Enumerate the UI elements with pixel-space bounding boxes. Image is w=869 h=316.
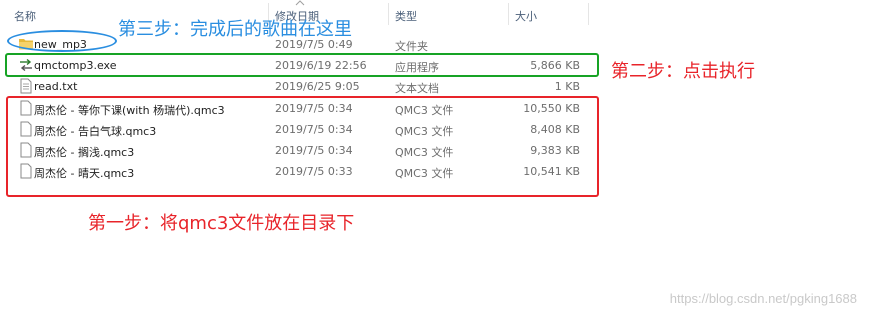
step2-highlight-box [5, 53, 599, 77]
file-date: 2019/6/25 9:05 [275, 80, 360, 93]
step1-annotation: 第一步：将qmc3文件放在目录下 [88, 213, 355, 234]
column-name[interactable]: 名称 [14, 8, 36, 24]
step1-highlight-box [6, 96, 599, 197]
file-name: read.txt [34, 80, 78, 93]
column-divider[interactable] [508, 3, 509, 25]
column-size[interactable]: 大小 [515, 8, 537, 24]
file-type: 文件夹 [395, 40, 428, 53]
column-type[interactable]: 类型 [395, 8, 417, 24]
column-divider[interactable] [388, 3, 389, 25]
watermark: https://blog.csdn.net/pgking1688 [669, 291, 857, 306]
file-size: 1 KB [554, 80, 580, 93]
sort-chevron-icon [295, 0, 305, 6]
step3-annotation: 第三步：完成后的歌曲在这里 [118, 19, 352, 40]
step3-highlight-ellipse [7, 30, 117, 52]
list-item[interactable]: read.txt 2019/6/25 9:05 文本文档 1 KB [12, 76, 588, 97]
step2-annotation: 第二步：点击执行 [611, 61, 755, 82]
file-type: 文本文档 [395, 82, 439, 95]
column-divider[interactable] [588, 3, 589, 25]
text-file-icon [18, 78, 34, 94]
